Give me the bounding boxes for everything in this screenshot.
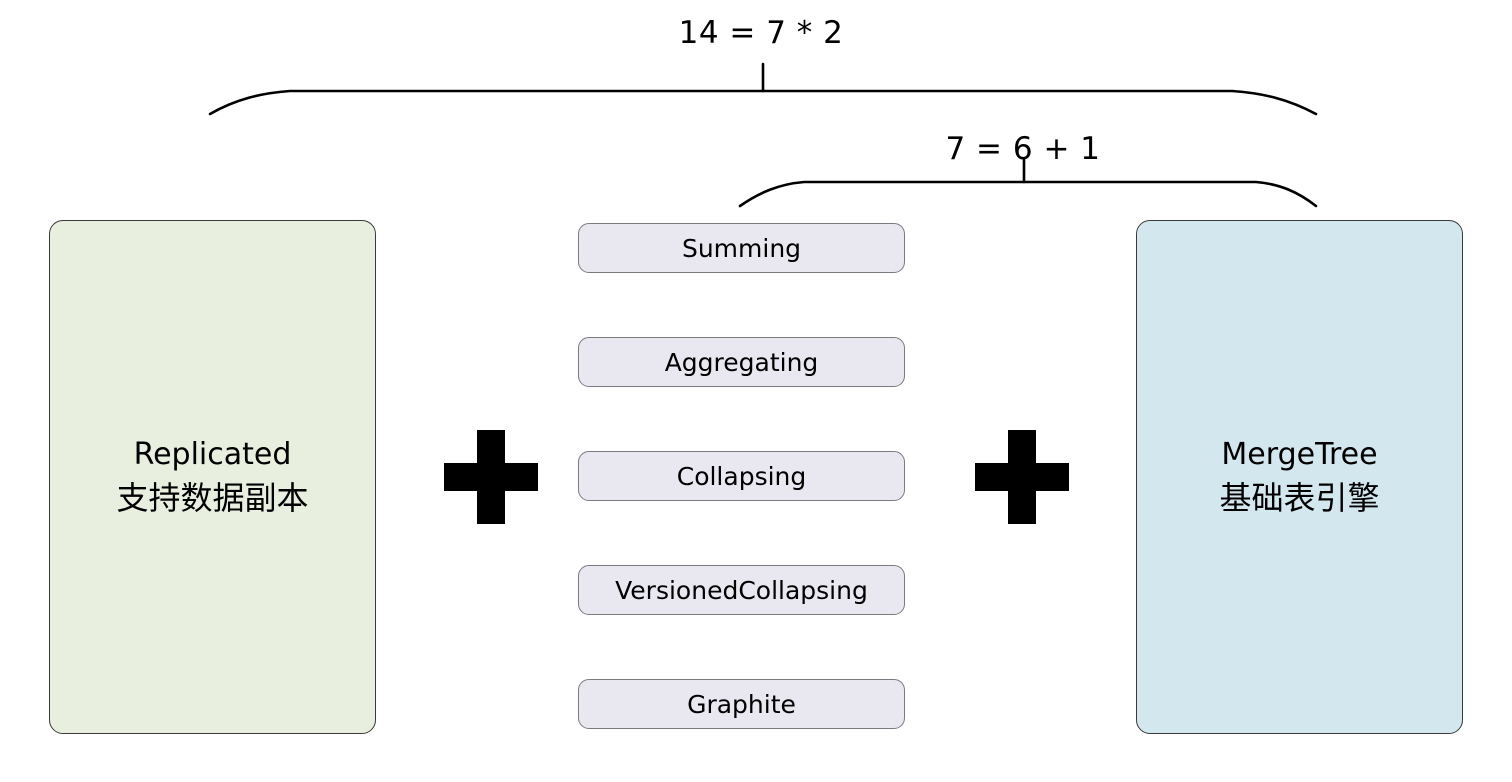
- brace-top: [208, 62, 1318, 116]
- engine-variant-label: Graphite: [687, 689, 796, 719]
- mergetree-box-title-zh: 基础表引擎: [1219, 478, 1380, 517]
- mergetree-box[interactable]: MergeTree 基础表引擎: [1136, 220, 1463, 734]
- diagram-canvas: 14 = 7 * 2 7 = 6 + 1 Replicated 支持数据副本 M…: [0, 0, 1512, 782]
- engine-variant-summing[interactable]: Summing: [578, 223, 905, 273]
- replicated-box[interactable]: Replicated 支持数据副本: [49, 220, 376, 734]
- plus-operator-right-icon: [975, 430, 1069, 524]
- engine-variant-label: VersionedCollapsing: [615, 575, 868, 605]
- replicated-box-title-zh: 支持数据副本: [116, 478, 309, 517]
- engine-variant-aggregating[interactable]: Aggregating: [578, 337, 905, 387]
- brace-middle-label: 7 = 6 + 1: [945, 131, 1101, 167]
- engine-variant-label: Collapsing: [676, 461, 807, 491]
- engine-variant-label: Aggregating: [664, 347, 819, 377]
- engine-variant-collapsing[interactable]: Collapsing: [578, 451, 905, 501]
- replicated-box-title-en: Replicated: [133, 436, 292, 472]
- engine-variant-versionedcollapsing[interactable]: VersionedCollapsing: [578, 565, 905, 615]
- brace-top-label: 14 = 7 * 2: [678, 15, 844, 51]
- engine-variant-label: Summing: [681, 233, 802, 263]
- mergetree-box-title-en: MergeTree: [1221, 436, 1378, 472]
- engine-variant-graphite[interactable]: Graphite: [578, 679, 905, 729]
- plus-operator-left-icon: [444, 430, 538, 524]
